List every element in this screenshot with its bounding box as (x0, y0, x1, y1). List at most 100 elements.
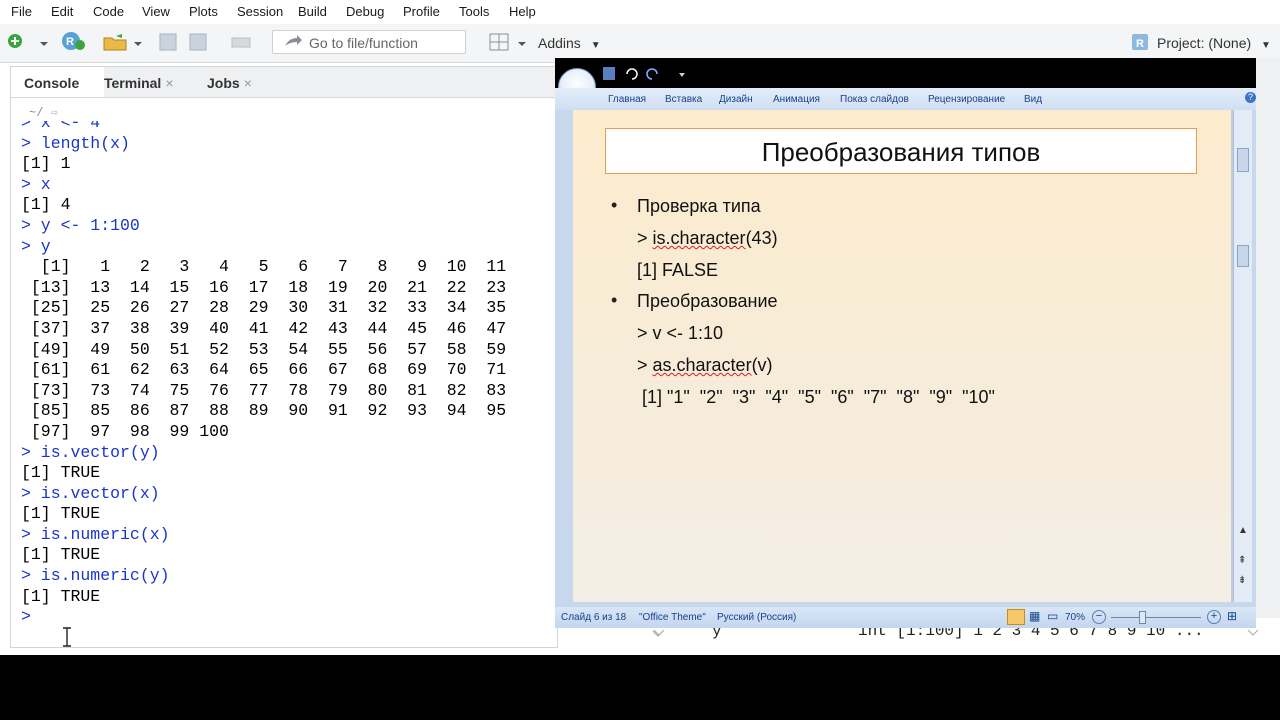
slide-sorter-icon[interactable]: ▦ (1029, 609, 1040, 623)
console-command-line: > length(x) (21, 133, 130, 153)
quick-access-toolbar (603, 67, 685, 80)
new-project-icon[interactable]: R (60, 30, 90, 52)
zoom-slider-thumb[interactable] (1139, 611, 1146, 624)
console-output-line: [1] 1 (21, 154, 71, 174)
ribbon-tab-view[interactable]: Вид (1024, 94, 1042, 105)
code-fn: is.character (652, 228, 746, 248)
zoom-slider[interactable] (1111, 617, 1201, 618)
chevron-down-icon: ▼ (1261, 40, 1271, 51)
theme-name[interactable]: "Office Theme" (639, 612, 706, 623)
tab-jobs[interactable]: Jobs × (207, 67, 267, 97)
close-icon[interactable]: × (165, 75, 173, 91)
open-file-icon[interactable] (102, 32, 142, 52)
menu-view[interactable]: View (142, 4, 170, 19)
project-icon: R (1132, 34, 1148, 50)
console-output-line: [25] 25 26 27 28 29 30 31 32 33 34 35 (21, 298, 507, 318)
addins-label: Addins (538, 35, 581, 51)
language-indicator[interactable]: Русский (Россия) (717, 612, 796, 623)
console-output-line: [97] 97 98 99 100 (21, 421, 229, 441)
ppt-vertical-scrollbar[interactable]: ▲ ⇞ ⇟ (1233, 110, 1252, 602)
menu-profile[interactable]: Profile (403, 4, 440, 19)
menu-help[interactable]: Help (509, 4, 536, 19)
console-pane: Console Terminal × Jobs × ~/ ⇨ > x <- 4 > l… (10, 66, 664, 648)
menu-bar: File Edit Code View Plots Session Build … (0, 0, 1280, 24)
save-icons[interactable] (158, 32, 214, 52)
menu-plots[interactable]: Plots (189, 4, 218, 19)
menu-debug[interactable]: Debug (346, 4, 384, 19)
console-command-line: > y (21, 236, 51, 256)
svg-text:R: R (66, 36, 74, 48)
menu-edit[interactable]: Edit (51, 4, 73, 19)
workspace-panes-icon[interactable] (488, 32, 530, 52)
console-text: > x <- 4 > length(x) [1] 1 > x [1] 4 > y <- 1… (21, 121, 506, 628)
console-output-line: [37] 37 38 39 40 41 42 43 44 45 46 47 (21, 318, 507, 338)
undo-icon (626, 68, 638, 80)
bullet-dot: • (611, 290, 618, 310)
console-command-line: > x <- 4 (21, 121, 101, 132)
console-command-line: > is.vector(x) (21, 483, 160, 503)
ribbon-tab-slideshow[interactable]: Показ слайдов (840, 94, 909, 105)
zoom-out-icon[interactable]: − (1092, 610, 1106, 624)
ppt-title-bar (555, 58, 1256, 88)
normal-view-icon[interactable] (1007, 609, 1025, 625)
next-slide-icon[interactable]: ⇟ (1238, 575, 1246, 586)
navigate-arrow-icon: ⇨ (50, 106, 58, 120)
tab-label: Console (24, 75, 80, 91)
chevron-down-icon[interactable] (1246, 628, 1260, 638)
scroll-thumb[interactable] (1237, 148, 1249, 172)
tab-label: Jobs (207, 75, 240, 91)
code-as-character: > as.character(v) (637, 355, 773, 376)
prev-slide-icon[interactable]: ⇞ (1238, 555, 1246, 566)
console-output[interactable]: > x <- 4 > length(x) [1] 1 > x [1] 4 > y <- 1… (11, 121, 557, 641)
console-command-line: > y <- 1:100 (21, 215, 140, 235)
ribbon-tab-animation[interactable]: Анимация (773, 94, 820, 105)
ribbon-tab-design[interactable]: Дизайн (719, 94, 753, 105)
ribbon-tab-review[interactable]: Рецензирование (928, 94, 1005, 105)
path-text: ~/ (29, 106, 44, 120)
print-icon[interactable] (230, 32, 252, 52)
new-file-icon[interactable] (6, 32, 50, 52)
fit-to-window-icon[interactable]: ⊞ (1227, 609, 1237, 623)
goto-arrow-icon (285, 35, 302, 46)
console-output-line: [13] 13 14 15 16 17 18 19 20 21 22 23 (21, 277, 507, 297)
project-menu[interactable]: Project: (None) ▼ (1157, 35, 1271, 51)
zoom-level[interactable]: 70% (1065, 612, 1085, 623)
slide-counter: Слайд 6 из 18 (561, 612, 627, 623)
menu-build[interactable]: Build (298, 4, 327, 19)
slide-viewport: Преобразования типов • Проверка типа > i… (573, 110, 1233, 602)
tab-console[interactable]: Console (11, 67, 104, 97)
ppt-ribbon-tabs: Главная Вставка Дизайн Анимация Показ сл… (555, 88, 1256, 110)
console-output-line: [49] 49 50 51 52 53 54 55 56 57 58 59 (21, 339, 507, 359)
console-output-line: [1] TRUE (21, 545, 101, 565)
menu-file[interactable]: File (11, 4, 32, 19)
ribbon-tab-home[interactable]: Главная (608, 94, 646, 105)
tab-terminal[interactable]: Terminal × (104, 67, 196, 97)
redo-icon (646, 68, 658, 80)
scroll-thumb[interactable] (1237, 245, 1249, 267)
text-cursor-icon (63, 627, 71, 647)
zoom-in-icon[interactable]: + (1207, 610, 1221, 624)
goto-file-input[interactable]: Go to file/function (272, 30, 466, 54)
working-directory[interactable]: ~/ ⇨ (29, 105, 58, 120)
console-tabs: Console Terminal × Jobs × (11, 67, 557, 98)
console-command-line: > is.numeric(x) (21, 524, 170, 544)
code-is-character: > is.character(43) (637, 228, 778, 249)
bullet-type-check: Проверка типа (637, 196, 761, 216)
close-icon[interactable]: × (244, 75, 252, 91)
chevron-down-icon: ▼ (590, 40, 601, 51)
slide[interactable]: Преобразования типов • Проверка типа > i… (573, 110, 1231, 602)
menu-session[interactable]: Session (237, 4, 283, 19)
menu-code[interactable]: Code (93, 4, 124, 19)
help-icon[interactable]: ? (1245, 92, 1256, 103)
powerpoint-window: Главная Вставка Дизайн Анимация Показ сл… (555, 58, 1256, 628)
ribbon-tab-insert[interactable]: Вставка (665, 94, 702, 105)
addins-menu[interactable]: Addins ▼ (538, 35, 601, 51)
code-suffix: (v) (751, 355, 773, 375)
scroll-up-icon[interactable]: ▲ (1238, 525, 1248, 536)
menu-tools[interactable]: Tools (459, 4, 489, 19)
console-command-line: > is.numeric(y) (21, 566, 170, 586)
chevron-down-icon[interactable] (652, 628, 666, 638)
slide-title: Преобразования типов (605, 128, 1197, 174)
project-label: Project: (None) (1157, 35, 1252, 51)
slideshow-icon[interactable]: ▭ (1047, 609, 1058, 623)
